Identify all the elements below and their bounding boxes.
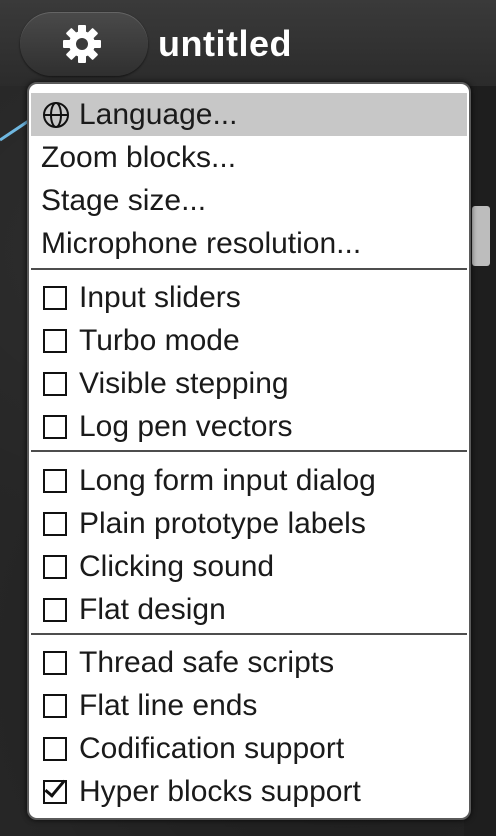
menu-item-stage-size[interactable]: Stage size... <box>41 179 206 222</box>
checkbox-checked[interactable] <box>43 779 67 804</box>
menu-item-label: Plain prototype labels <box>79 506 366 540</box>
menu-item-codification-support[interactable]: Codification support <box>41 727 344 770</box>
top-bar: untitled <box>0 0 496 86</box>
menu-item-visible-stepping[interactable]: Visible stepping <box>41 362 289 405</box>
menu-item-clicking-sound[interactable]: Clicking sound <box>41 545 274 588</box>
menu-item-label: Clicking sound <box>79 549 275 583</box>
menu-item-long-form-input-dialog[interactable]: Long form input dialog <box>41 459 376 502</box>
menu-item-label: Turbo mode <box>79 323 240 357</box>
menu-item-label: Log pen vectors <box>79 409 293 443</box>
menu-separator <box>31 268 467 270</box>
checkbox[interactable] <box>43 511 67 536</box>
scrollbar-thumb[interactable] <box>472 206 490 266</box>
menu-item-input-sliders[interactable]: Input sliders <box>41 276 241 319</box>
menu-item-label: Microphone resolution... <box>41 226 362 260</box>
menu-item-turbo-mode[interactable]: Turbo mode <box>41 319 240 362</box>
menu-item-flat-line-ends[interactable]: Flat line ends <box>41 684 257 727</box>
checkbox[interactable] <box>43 468 67 493</box>
globe-icon <box>43 101 69 128</box>
menu-item-label: Stage size... <box>41 183 207 217</box>
project-title: untitled <box>158 23 292 64</box>
menu-item-thread-safe-scripts[interactable]: Thread safe scripts <box>41 641 334 684</box>
checkbox[interactable] <box>43 371 67 396</box>
settings-menu: Language... Zoom blocks... Stage size...… <box>27 82 471 820</box>
checkbox[interactable] <box>43 414 67 439</box>
menu-item-label: Language... <box>79 97 238 131</box>
checkbox[interactable] <box>43 328 67 353</box>
menu-item-label: Thread safe scripts <box>79 645 335 679</box>
checkbox[interactable] <box>43 736 67 761</box>
menu-separator <box>31 633 467 635</box>
menu-item-zoom-blocks[interactable]: Zoom blocks... <box>41 136 236 179</box>
menu-item-language[interactable]: Language... <box>31 93 467 136</box>
menu-item-plain-prototype-labels[interactable]: Plain prototype labels <box>41 502 366 545</box>
menu-item-label: Codification support <box>79 731 345 765</box>
menu-item-log-pen-vectors[interactable]: Log pen vectors <box>41 405 292 448</box>
checkbox[interactable] <box>43 597 67 622</box>
menu-item-microphone-resolution[interactable]: Microphone resolution... <box>41 222 361 265</box>
menu-item-label: Flat line ends <box>79 688 258 722</box>
checkbox[interactable] <box>43 554 67 579</box>
menu-item-label: Visible stepping <box>79 366 289 400</box>
menu-separator <box>31 450 467 452</box>
gear-icon[interactable] <box>60 22 104 66</box>
menu-item-hyper-blocks-support[interactable]: Hyper blocks support <box>41 770 361 813</box>
menu-item-label: Zoom blocks... <box>41 140 237 174</box>
checkbox[interactable] <box>43 693 67 718</box>
checkbox[interactable] <box>43 650 67 675</box>
menu-item-label: Long form input dialog <box>79 463 376 497</box>
checkbox[interactable] <box>43 285 67 310</box>
menu-item-label: Hyper blocks support <box>79 774 361 808</box>
menu-item-label: Input sliders <box>79 280 241 314</box>
menu-item-flat-design[interactable]: Flat design <box>41 588 226 631</box>
menu-item-label: Flat design <box>79 592 226 626</box>
